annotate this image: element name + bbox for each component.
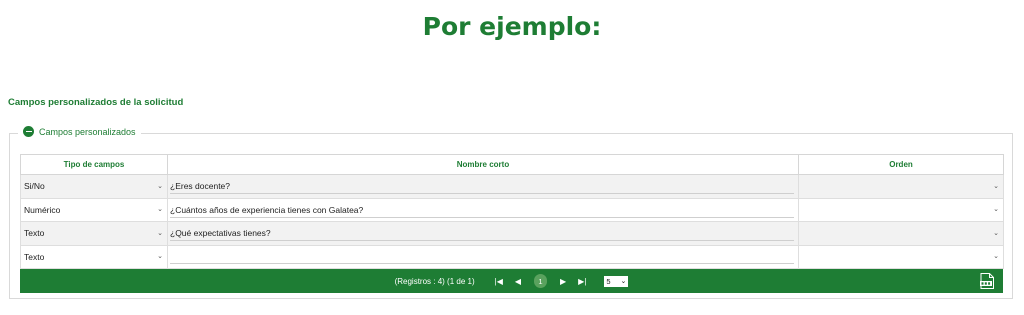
column-header-orden: Orden [798,154,1004,175]
prev-page-button[interactable]: ◀ [515,277,521,286]
minus-circle-icon[interactable] [23,126,34,137]
tipo-select-value: Texto [24,251,45,262]
chevron-down-icon: ⌄ [157,182,163,190]
tipo-select[interactable]: Si/No ⌄ [20,174,168,199]
page-size-select[interactable]: 5 ⌄ [604,275,629,287]
page-size-value: 5 [606,276,611,286]
orden-select[interactable]: ⌄ [798,174,1004,199]
tipo-select[interactable]: Texto ⌄ [20,221,168,246]
nombre-input[interactable] [167,244,799,269]
tipo-select[interactable]: Texto ⌄ [20,244,168,269]
table-header-row: Tipo de campos Nombre corto Orden [20,154,1004,175]
table-row: Texto ⌄ ¿Qué expectativas tienes? ⌄ [20,221,1004,246]
orden-select[interactable]: ⌄ [798,221,1004,246]
orden-select[interactable]: ⌄ [798,244,1004,269]
nombre-input[interactable]: ¿Cuántos años de experiencia tienes con … [167,197,799,222]
nombre-input-value: ¿Eres docente? [170,178,794,195]
nombre-input[interactable]: ¿Qué expectativas tienes? [167,221,799,246]
chevron-down-icon: ⌄ [157,229,163,237]
pagination-bar: (Registros : 4) (1 de 1) |◀ ◀ 1 ▶ ▶| 5 ⌄ [20,269,1003,293]
table-row: Texto ⌄ ⌄ [20,244,1004,269]
last-page-button[interactable]: ▶| [578,277,586,286]
nombre-input[interactable]: ¿Eres docente? [167,174,799,199]
chevron-down-icon: ⌄ [157,206,163,214]
custom-fields-table: Tipo de campos Nombre corto Orden Si/No ⌄… [20,154,1004,269]
table-row: Si/No ⌄ ¿Eres docente? ⌄ [20,174,1004,199]
nombre-input-value: ¿Cuántos años de experiencia tienes con … [170,202,794,218]
chevron-down-icon: ⌄ [993,182,999,190]
fieldset-legend[interactable]: Campos personalizados [18,126,141,137]
page-heading: Por ejemplo: [422,12,602,41]
fieldset-legend-label: Campos personalizados [39,126,136,137]
chevron-down-icon: ⌄ [993,206,999,214]
nombre-input-value [170,249,794,265]
tipo-select-value: Si/No [24,181,45,192]
table-row: Numérico ⌄ ¿Cuántos años de experiencia t… [20,197,1004,222]
tipo-select-value: Numérico [24,204,61,215]
chevron-down-icon: ⌄ [157,253,163,261]
chevron-down-icon: ⌄ [993,229,999,237]
records-info: (Registros : 4) (1 de 1) [394,276,475,286]
tipo-select-value: Texto [24,228,45,239]
section-title: Campos personalizados de la solicitud [8,97,184,108]
chevron-down-icon: ⌄ [620,277,627,285]
file-export-icon[interactable] [980,273,994,289]
first-page-button[interactable]: |◀ [495,277,503,286]
next-page-button[interactable]: ▶ [560,277,566,286]
current-page-button[interactable]: 1 [534,274,548,288]
custom-fields-fieldset: Campos personalizados Tipo de campos Nom… [9,126,1013,299]
chevron-down-icon: ⌄ [993,253,999,261]
nombre-input-value: ¿Qué expectativas tienes? [170,225,794,242]
orden-select[interactable]: ⌄ [798,197,1004,222]
column-header-nombre: Nombre corto [167,154,799,175]
column-header-tipo: Tipo de campos [20,154,168,175]
tipo-select[interactable]: Numérico ⌄ [20,197,168,222]
